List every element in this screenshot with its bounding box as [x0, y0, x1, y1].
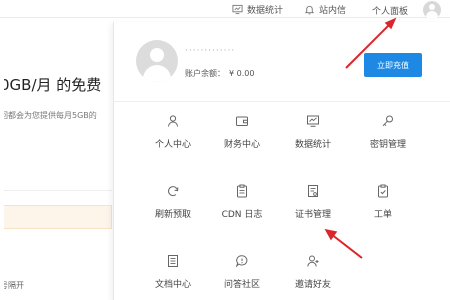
clipboard-icon [237, 184, 247, 198]
chat-icon [235, 255, 248, 268]
top-messages-link[interactable]: 站内信 [304, 3, 346, 16]
menu-item-refresh-prefetch[interactable]: 刷新预取 [137, 184, 209, 234]
background-subtext: 回都会为您提供每月5GB的 [0, 111, 97, 120]
menu-item-cdn-log[interactable]: CDN 日志 [206, 184, 278, 234]
menu-item-label: CDN 日志 [221, 210, 263, 220]
top-stats-label: 数据统计 [247, 6, 284, 16]
document-icon [168, 255, 178, 267]
menu-item-key-management[interactable]: 密钥管理 [352, 114, 424, 164]
ticket-check-icon [378, 184, 388, 198]
chart-monitor-icon [307, 115, 319, 127]
menu-item-label: 数据统计 [294, 140, 331, 150]
menu-item-invite-friends[interactable]: 邀请好友 [277, 254, 349, 300]
certificate-icon [308, 185, 318, 197]
menu-item-work-order[interactable]: 工单 [347, 184, 419, 234]
menu-item-label: 邀请好友 [294, 280, 331, 290]
user-avatar [136, 40, 178, 82]
menu-item-label: 个人中心 [154, 140, 191, 150]
top-navigation-bar: 数据统计 站内信 个人面板 [0, 0, 450, 19]
avatar-head-shape [429, 4, 435, 10]
menu-item-label: 问答社区 [223, 280, 260, 290]
avatar-body-shape [143, 65, 171, 82]
menu-item-certificate-management[interactable]: 证书管理 [277, 184, 349, 234]
personal-panel-dropdown: ············· 账户余额： ¥ 0.00 立即充值 个人中心 财务中心… [113, 22, 450, 300]
menu-item-label: 财务中心 [223, 140, 260, 150]
refresh-icon [168, 186, 179, 197]
balance-value: ¥ 0.00 [229, 69, 255, 78]
background-heading: 0GB/月 的免费 [0, 76, 102, 94]
wallet-icon [236, 116, 248, 126]
bell-icon [304, 5, 315, 15]
balance-label: 账户余额： [185, 69, 225, 78]
avatar-head-shape [150, 48, 164, 62]
menu-item-personal-center[interactable]: 个人中心 [137, 114, 209, 164]
avatar-body-shape [426, 11, 438, 19]
personal-panel-menu[interactable]: 个人面板 [372, 0, 408, 18]
background-notice-box [0, 205, 112, 229]
personal-panel-label: 个人面板 [372, 7, 409, 17]
invite-user-icon [307, 255, 319, 267]
menu-item-finance-center[interactable]: 财务中心 [206, 114, 278, 164]
top-stats-link[interactable]: 数据统计 [232, 3, 283, 16]
menu-item-qa-community[interactable]: 问答社区 [206, 254, 278, 300]
menu-item-data-statistics[interactable]: 数据统计 [277, 114, 349, 164]
menu-item-label: 工单 [373, 210, 392, 220]
left-edge [0, 30, 4, 300]
account-summary: ············· 账户余额： ¥ 0.00 立即充值 [114, 22, 450, 102]
menu-item-label: 密钥管理 [369, 140, 406, 150]
menu-item-label: 证书管理 [294, 210, 331, 220]
monitor-chart-icon [232, 4, 243, 15]
key-icon [382, 115, 393, 127]
top-messages-label: 站内信 [319, 6, 347, 16]
avatar[interactable] [423, 1, 441, 19]
user-icon [168, 115, 178, 127]
menu-item-label: 文档中心 [154, 280, 191, 290]
background-divider [0, 190, 112, 191]
menu-item-document-center[interactable]: 文档中心 [137, 254, 209, 300]
recharge-button[interactable]: 立即充值 [364, 53, 422, 77]
menu-item-label: 刷新预取 [154, 210, 191, 220]
account-balance: 账户余额： ¥ 0.00 [185, 68, 254, 79]
username: ············· [185, 46, 236, 56]
